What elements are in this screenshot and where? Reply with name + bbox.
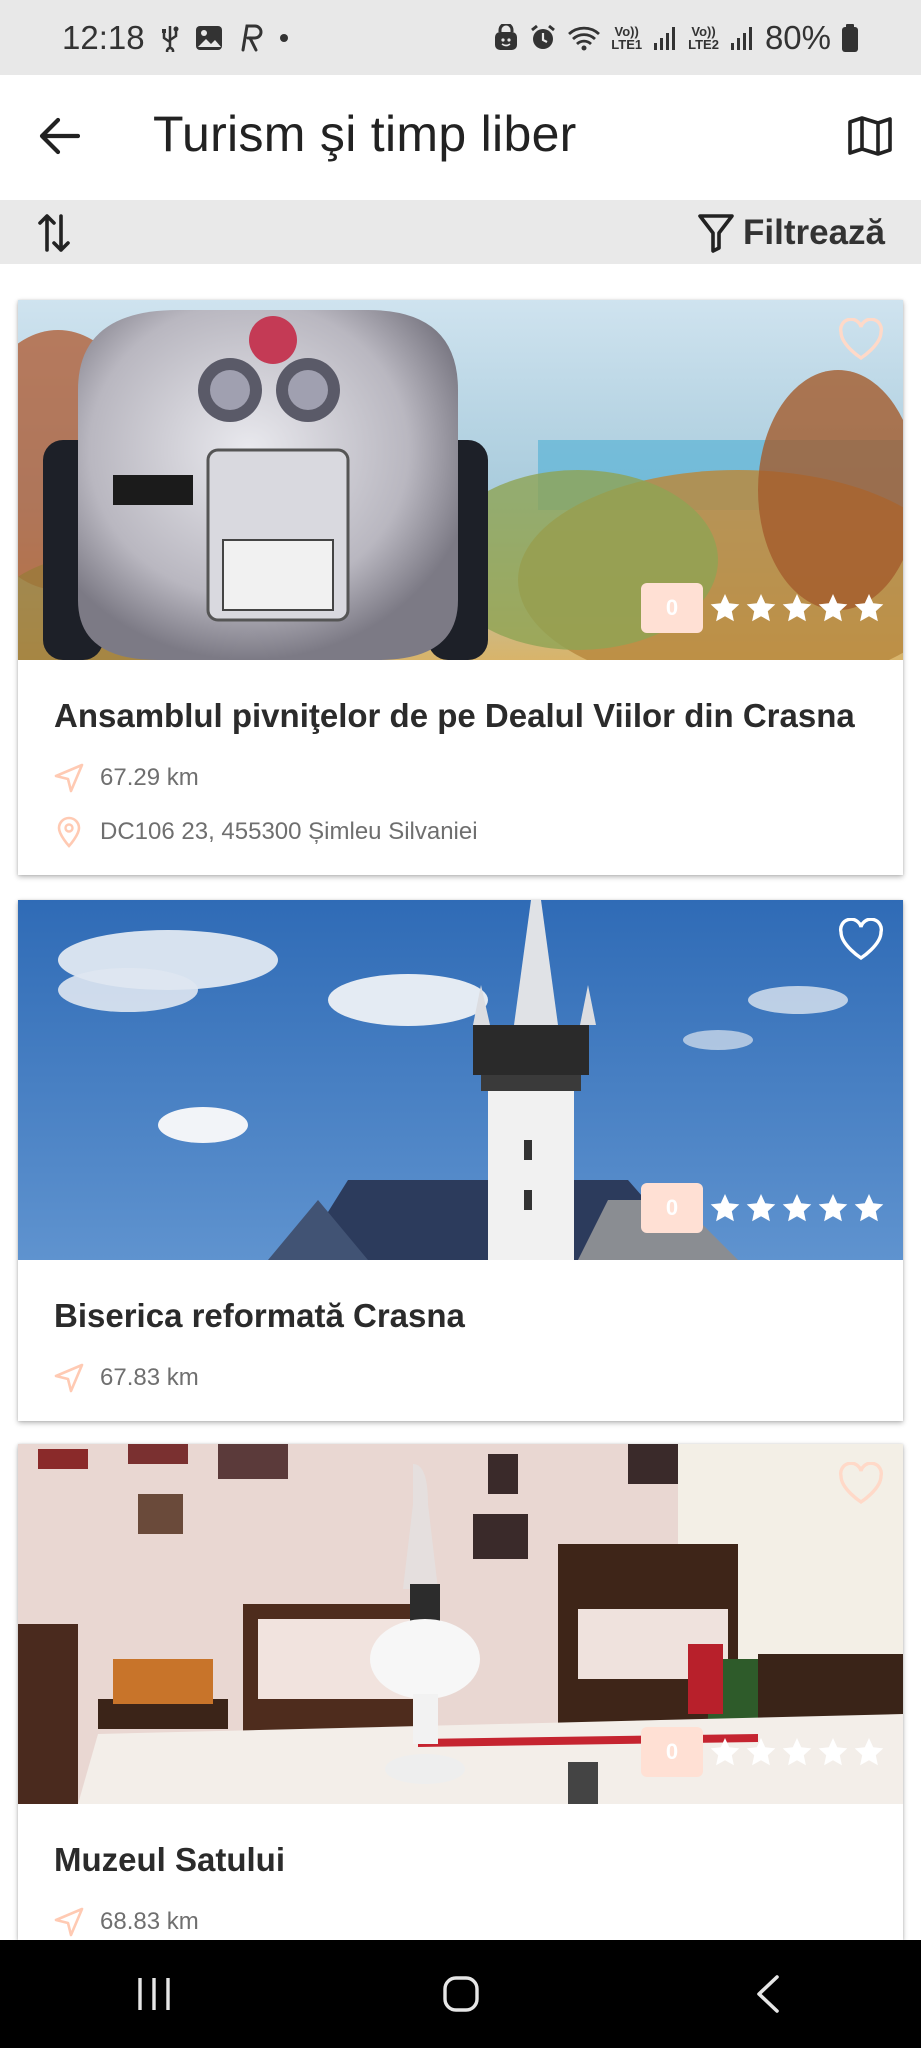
page-title: Turism şi timp liber (153, 106, 577, 162)
recent-apps-icon (137, 1978, 170, 2010)
gallery-icon (195, 25, 223, 51)
rating: 0 (641, 583, 885, 633)
distance-text: 67.29 km (100, 764, 199, 791)
system-back-button[interactable] (723, 1954, 813, 2034)
favorite-button[interactable] (833, 1456, 889, 1512)
place-title: Ansamblul pivniţelor de pe Dealul Viilor… (54, 697, 855, 734)
battery-percent: 80% (764, 18, 831, 56)
distance-text: 68.83 km (100, 1908, 199, 1935)
card-body: Muzeul Satului 68.83 km (18, 1804, 903, 1940)
usb-icon (159, 24, 181, 52)
sort-filter-toolbar: Filtrează (0, 200, 921, 264)
map-view-button[interactable] (845, 111, 895, 161)
back-button[interactable] (34, 111, 84, 161)
place-image: 0 (18, 900, 903, 1260)
navigation-icon (54, 1907, 84, 1937)
filter-button[interactable]: Filtrează (697, 210, 885, 256)
card-body: Biserica reformată Crasna 67.83 km (18, 1260, 903, 1421)
heart-icon (839, 1462, 883, 1505)
address-row: DC106 23, 455300 Șimleu Silvaniei (54, 805, 867, 859)
place-card[interactable]: 0 Muzeul Satului 68.83 km (18, 1444, 903, 1940)
place-title: Muzeul Satului (54, 1841, 285, 1878)
star-icon (710, 1194, 740, 1222)
dot-icon (277, 31, 291, 45)
star-icon (818, 594, 848, 622)
distance-row: 67.83 km (54, 1351, 867, 1405)
sort-icon (38, 214, 70, 252)
status-left: 12:18 (62, 19, 291, 57)
favorite-button[interactable] (833, 312, 889, 368)
address-text: DC106 23, 455300 Șimleu Silvaniei (100, 818, 478, 845)
place-card[interactable]: 0 Ansamblul pivniţelor de pe Dealul Viil… (18, 300, 903, 875)
star-icon (710, 1738, 740, 1766)
recent-apps-button[interactable] (109, 1954, 199, 2034)
star-icon (782, 594, 812, 622)
star-icon (710, 594, 740, 622)
signal-icon-2 (729, 25, 755, 51)
filter-icon (698, 214, 734, 253)
star-icon (854, 594, 884, 622)
sim1-label: Vo)) LTE1 (611, 23, 643, 52)
heart-icon (839, 918, 883, 961)
rating-badge: 0 (641, 583, 703, 633)
star-icon (818, 1194, 848, 1222)
status-time: 12:18 (62, 18, 145, 56)
star-icon (746, 1194, 776, 1222)
star-icon (782, 1738, 812, 1766)
status-right: Vo)) LTE1 Vo)) LTE2 80% (493, 19, 859, 57)
signal-icon (652, 25, 678, 51)
location-pin-icon (57, 816, 81, 848)
battery-icon (841, 23, 859, 53)
home-icon (442, 1976, 479, 2012)
alarm-icon (529, 24, 557, 52)
sim2-label: Vo)) LTE2 (688, 23, 719, 52)
navigation-icon (54, 1363, 84, 1393)
rating-badge: 0 (641, 1727, 703, 1777)
navigation-icon (54, 763, 84, 793)
rating: 0 (641, 1183, 885, 1233)
place-title: Biserica reformată Crasna (54, 1297, 465, 1334)
place-image: 0 (18, 1444, 903, 1804)
back-icon (756, 1975, 779, 2013)
card-body: Ansamblul pivniţelor de pe Dealul Viilor… (18, 660, 903, 875)
heart-icon (839, 318, 883, 361)
rating: 0 (641, 1727, 885, 1777)
star-icon (782, 1194, 812, 1222)
rating-badge: 0 (641, 1183, 703, 1233)
app-bar: Turism şi timp liber (0, 75, 921, 200)
star-icon (854, 1194, 884, 1222)
arrow-left-icon (39, 117, 80, 155)
system-nav-bar (0, 1940, 921, 2048)
distance-text: 67.83 km (100, 1364, 199, 1391)
star-icon (854, 1738, 884, 1766)
map-icon (848, 116, 892, 156)
star-icon (746, 1738, 776, 1766)
distance-row: 67.29 km (54, 751, 867, 805)
sort-button[interactable] (34, 210, 74, 256)
star-icon (818, 1738, 848, 1766)
star-icon (746, 594, 776, 622)
r-app-icon (237, 24, 263, 52)
place-image: 0 (18, 300, 903, 660)
place-card[interactable]: 0 Biserica reformată Crasna 67.83 km (18, 900, 903, 1421)
wifi-icon (567, 24, 601, 52)
home-button[interactable] (416, 1954, 506, 2034)
distance-row: 68.83 km (54, 1895, 867, 1940)
favorite-button[interactable] (833, 912, 889, 968)
face-unlock-icon (493, 23, 519, 52)
filter-label: Filtrează (743, 213, 885, 252)
status-bar: 12:18 Vo)) LTE1 Vo)) LTE2 80% (0, 0, 921, 75)
